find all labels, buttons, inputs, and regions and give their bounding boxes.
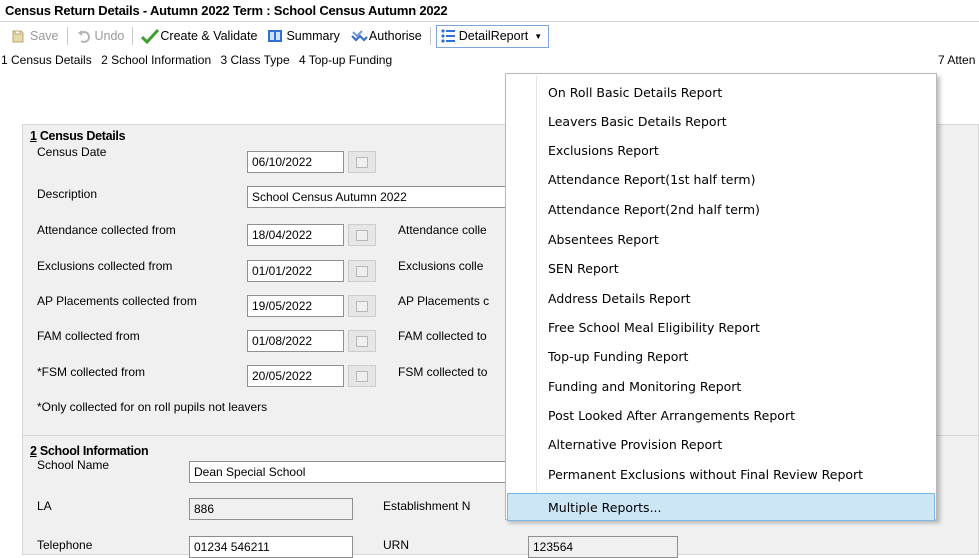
menu-item-sen[interactable]: SEN Report [507, 254, 935, 282]
urn-label: URN [383, 538, 409, 552]
exclusions-from-field[interactable]: 01/01/2022 [247, 260, 344, 282]
undo-icon [76, 28, 92, 44]
undo-button[interactable]: Undo [73, 25, 128, 47]
calendar-icon[interactable] [348, 260, 376, 282]
summary-label: Summary [286, 29, 340, 43]
save-icon [11, 28, 27, 44]
fam-from-field[interactable]: 01/08/2022 [247, 330, 344, 352]
summary-button[interactable]: Summary [264, 25, 342, 47]
fam-from-label: FAM collected from [37, 329, 140, 343]
section-tabs: 1 Census Details 2 School Information 3 … [0, 50, 979, 70]
telephone-label: Telephone [37, 538, 93, 552]
toolbar: Save Undo Create & Validate Summary Auth… [0, 23, 979, 49]
footnote: *Only collected for on roll pupils not l… [37, 400, 268, 414]
fsm-from-field[interactable]: 20/05/2022 [247, 365, 344, 387]
fsm-to-label: FSM collected to [398, 365, 488, 379]
fam-to-label: FAM collected to [398, 329, 487, 343]
fsm-from-label: *FSM collected from [37, 365, 146, 379]
la-field[interactable]: 886 [189, 498, 353, 520]
menu-item-post-looked-after[interactable]: Post Looked After Arrangements Report [507, 401, 935, 429]
menu-item-free-school-meal[interactable]: Free School Meal Eligibility Report [507, 313, 935, 341]
menu-item-on-roll-basic-details[interactable]: On Roll Basic Details Report [507, 78, 935, 106]
tab-top-up-funding[interactable]: 4 Top-up Funding [299, 53, 392, 67]
chevron-down-icon: ▼ [534, 31, 543, 41]
save-label: Save [30, 29, 59, 43]
menu-item-alternative-provision[interactable]: Alternative Provision Report [507, 430, 935, 458]
census-details-heading: 1 Census Details [30, 129, 126, 143]
menu-item-absentees[interactable]: Absentees Report [507, 225, 935, 253]
create-validate-label: Create & Validate [160, 29, 258, 43]
attendance-from-label: Attendance collected from [37, 223, 176, 237]
authorise-icon [350, 28, 368, 44]
calendar-icon[interactable] [348, 295, 376, 317]
menu-item-leavers-basic-details[interactable]: Leavers Basic Details Report [507, 107, 935, 135]
detail-report-button[interactable]: DetailReport ▼ [435, 24, 550, 48]
school-information-heading: 2 School Information [30, 444, 149, 458]
census-date-field[interactable]: 06/10/2022 [247, 151, 344, 173]
window-title: Census Return Details - Autumn 2022 Term… [0, 0, 979, 22]
toolbar-separator [66, 27, 68, 45]
save-button[interactable]: Save [8, 25, 62, 47]
menu-item-exclusions[interactable]: Exclusions Report [507, 136, 935, 164]
list-icon [440, 28, 456, 44]
calendar-icon[interactable] [348, 330, 376, 352]
authorise-button[interactable]: Authorise [347, 25, 425, 47]
authorise-label: Authorise [368, 29, 422, 43]
detail-report-label: DetailReport [458, 29, 529, 43]
urn-field[interactable]: 123564 [528, 536, 678, 558]
menu-item-top-up-funding[interactable]: Top-up Funding Report [507, 342, 935, 370]
attendance-from-field[interactable]: 18/04/2022 [247, 224, 344, 246]
school-name-label: School Name [37, 458, 110, 472]
calendar-icon[interactable] [348, 365, 376, 387]
ap-from-field[interactable]: 19/05/2022 [247, 295, 344, 317]
menu-item-attendance-1st-half[interactable]: Attendance Report(1st half term) [507, 165, 935, 193]
tab-class-type[interactable]: 3 Class Type [220, 53, 289, 67]
summary-icon [267, 28, 283, 44]
description-label: Description [37, 187, 98, 201]
exclusions-from-label: Exclusions collected from [37, 259, 173, 273]
exclusions-to-label: Exclusions colle [398, 259, 484, 273]
establishment-label: Establishment N [383, 499, 471, 513]
tab-census-details[interactable]: 1 Census Details [1, 53, 92, 67]
toolbar-separator [132, 27, 134, 45]
ap-from-label: AP Placements collected from [37, 294, 197, 308]
attendance-to-label: Attendance colle [398, 223, 487, 237]
menu-item-address-details[interactable]: Address Details Report [507, 284, 935, 312]
ap-to-label: AP Placements c [398, 294, 490, 308]
calendar-icon[interactable] [348, 224, 376, 246]
checkmark-icon [141, 28, 160, 45]
create-validate-button[interactable]: Create & Validate [138, 25, 260, 47]
tab-attendance[interactable]: 7 Atten [938, 53, 975, 67]
census-date-label: Census Date [37, 145, 107, 159]
calendar-icon[interactable] [348, 151, 376, 173]
telephone-field[interactable]: 01234 546211 [189, 536, 353, 558]
detail-report-menu: On Roll Basic Details Report Leavers Bas… [505, 73, 937, 521]
menu-item-multiple-reports[interactable]: Multiple Reports... [507, 493, 935, 521]
tab-school-information[interactable]: 2 School Information [101, 53, 211, 67]
undo-label: Undo [94, 29, 125, 43]
toolbar-separator [429, 27, 431, 45]
menu-item-permanent-exclusions[interactable]: Permanent Exclusions without Final Revie… [507, 460, 935, 488]
menu-item-funding-monitoring[interactable]: Funding and Monitoring Report [507, 372, 935, 400]
menu-item-attendance-2nd-half[interactable]: Attendance Report(2nd half term) [507, 195, 935, 223]
la-label: LA [37, 499, 52, 513]
school-name-field[interactable]: Dean Special School [189, 461, 509, 483]
description-field[interactable]: School Census Autumn 2022 [247, 186, 507, 208]
